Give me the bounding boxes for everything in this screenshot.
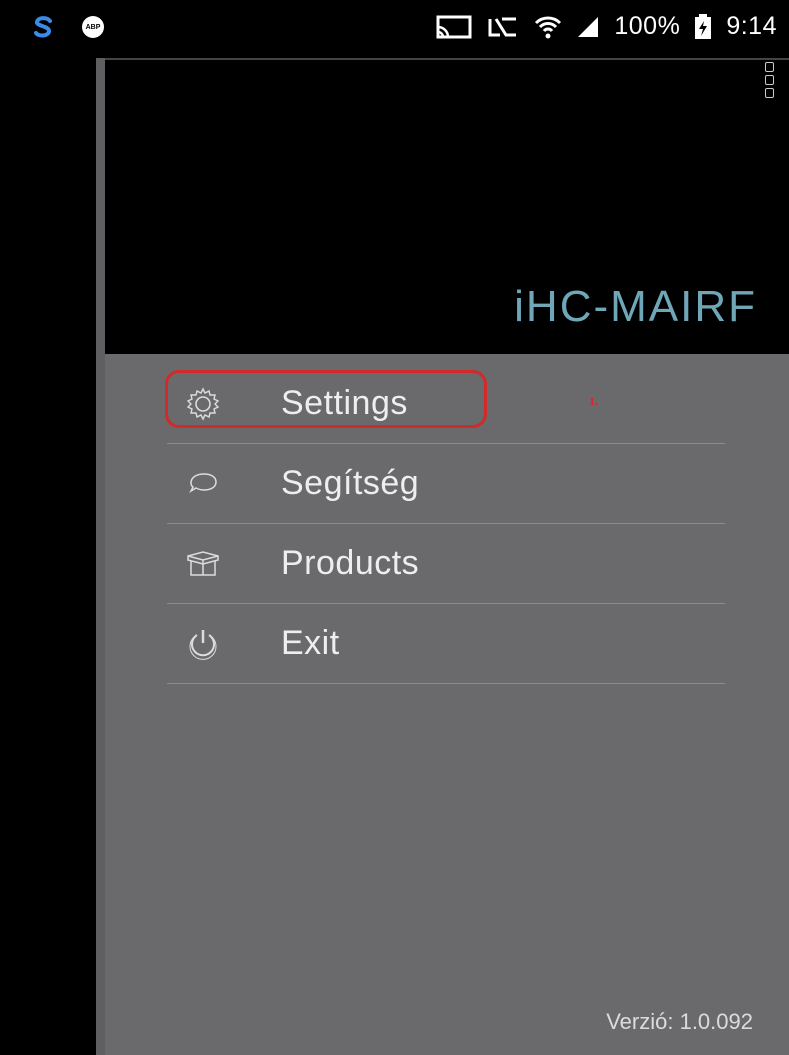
menu-label-help: Segítség bbox=[281, 464, 420, 502]
menu-label-exit: Exit bbox=[281, 624, 340, 662]
drawer-menu: Settings 1. Segítség Products Exit bbox=[165, 364, 725, 684]
skype-icon bbox=[34, 16, 52, 38]
menu-item-settings[interactable]: Settings 1. bbox=[165, 364, 725, 444]
overflow-menu-icon[interactable] bbox=[765, 62, 775, 102]
signal-icon bbox=[578, 16, 599, 37]
settings-highlight-box bbox=[165, 370, 487, 428]
menu-item-products[interactable]: Products bbox=[167, 524, 725, 604]
menu-item-exit[interactable]: Exit bbox=[167, 604, 725, 684]
power-icon bbox=[189, 630, 217, 660]
battery-icon bbox=[695, 13, 712, 39]
version-label: Verzió: 1.0.092 bbox=[606, 1009, 753, 1034]
chat-bubble-icon bbox=[189, 473, 217, 493]
battery-percent: 100% bbox=[614, 12, 681, 40]
menu-label-products: Products bbox=[281, 544, 420, 582]
cast-icon bbox=[436, 15, 472, 38]
status-bar-left: ABP bbox=[30, 14, 104, 40]
status-bar: ABP 100% 9:14 bbox=[0, 0, 789, 58]
wifi-icon bbox=[535, 16, 562, 38]
status-bar-right: 100% 9:14 bbox=[436, 12, 777, 41]
menu-item-help[interactable]: Segítség bbox=[167, 444, 725, 524]
drawer-header: iHC-MAIRF bbox=[105, 58, 789, 354]
nfc-icon bbox=[488, 17, 517, 36]
box-icon bbox=[187, 551, 219, 576]
step-marker: 1. bbox=[589, 394, 598, 408]
adblock-text: ABP bbox=[85, 23, 101, 31]
adblock-icon: ABP bbox=[82, 16, 104, 38]
app-title: iHC-MAIRF bbox=[514, 282, 757, 331]
left-background bbox=[0, 58, 96, 1055]
navigation-drawer: iHC-MAIRF Settings 1. Segítség Products bbox=[105, 58, 789, 1055]
clock: 9:14 bbox=[726, 12, 777, 40]
